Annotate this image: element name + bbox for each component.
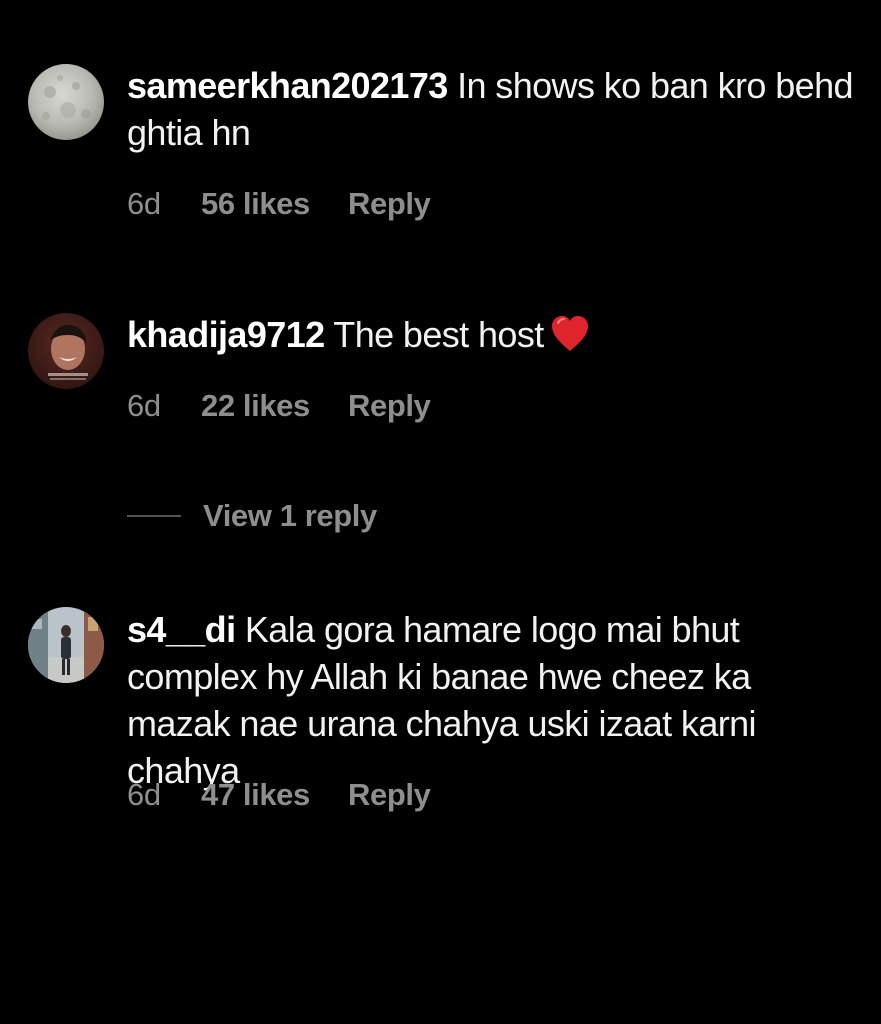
- view-replies-label: View 1 reply: [203, 498, 377, 533]
- avatar[interactable]: [28, 607, 104, 683]
- smiling-man-photo-icon: [28, 313, 104, 389]
- reply-button[interactable]: Reply: [348, 388, 431, 424]
- comment-time: 6d: [127, 777, 161, 812]
- comment-time: 6d: [127, 388, 161, 423]
- view-replies-button[interactable]: View 1 reply: [127, 498, 377, 534]
- comment-username[interactable]: khadija9712: [127, 314, 325, 355]
- comment-body: The best host: [324, 314, 544, 355]
- comment-meta: 6d 47 likes Reply: [127, 777, 431, 813]
- street-photo-icon: [28, 607, 104, 683]
- moon-photo-icon: [28, 64, 104, 140]
- reply-button[interactable]: Reply: [348, 186, 431, 222]
- avatar[interactable]: [28, 64, 104, 140]
- comment-username[interactable]: s4__di: [127, 609, 236, 650]
- comment-username[interactable]: sameerkhan202173: [127, 65, 448, 106]
- divider-line: [127, 515, 181, 517]
- avatar[interactable]: [28, 313, 104, 389]
- comment-meta: 6d 22 likes Reply: [127, 388, 431, 424]
- comment-meta: 6d 56 likes Reply: [127, 186, 431, 222]
- reply-button[interactable]: Reply: [348, 777, 431, 813]
- comment-text: sameerkhan202173 In shows ko ban kro beh…: [127, 62, 862, 156]
- comment-time: 6d: [127, 186, 161, 221]
- comment-text: khadija9712 The best host: [127, 311, 862, 364]
- heart-icon: [550, 315, 590, 364]
- likes-count[interactable]: 22 likes: [201, 388, 348, 424]
- likes-count[interactable]: 47 likes: [201, 777, 348, 813]
- likes-count[interactable]: 56 likes: [201, 186, 348, 222]
- comment-text: s4__di Kala gora hamare logo mai bhut co…: [127, 606, 862, 794]
